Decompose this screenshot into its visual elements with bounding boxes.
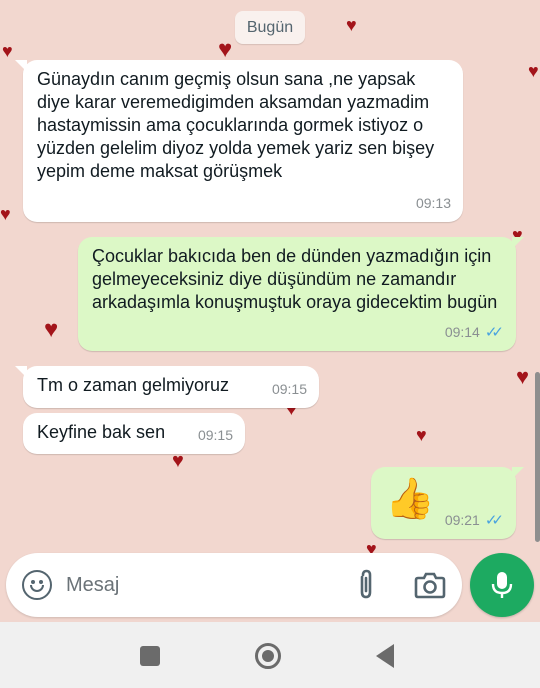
- message-composer: [6, 553, 462, 617]
- heart-decoration: ♥: [2, 41, 13, 61]
- message-meta: 09:15: [198, 424, 233, 447]
- outgoing-message[interactable]: 👍 09:21 ✓✓: [371, 467, 524, 539]
- message-meta: 09:13: [416, 192, 451, 215]
- message-text: Tm o zaman gelmiyoruz: [37, 375, 230, 395]
- message-meta: 09:15: [272, 378, 307, 401]
- microphone-button[interactable]: [470, 553, 534, 617]
- incoming-message[interactable]: Tm o zaman gelmiyoruz 09:15: [15, 366, 319, 408]
- camera-icon[interactable]: [414, 570, 446, 600]
- double-check-icon: ✓✓: [484, 512, 504, 529]
- back-button[interactable]: [376, 644, 394, 668]
- heart-decoration: ♥: [516, 364, 530, 389]
- incoming-message[interactable]: Keyfine bak sen 09:15: [23, 413, 245, 454]
- message-meta: 09:21 ✓✓: [445, 509, 504, 532]
- recent-apps-button[interactable]: [140, 646, 160, 666]
- emoji-icon[interactable]: [22, 570, 52, 600]
- heart-decoration: ♥: [416, 425, 427, 445]
- heart-decoration: ♥: [346, 15, 357, 35]
- message-time: 09:21: [444, 512, 480, 528]
- double-check-icon: ✓✓: [484, 324, 504, 341]
- message-text: Çocuklar bakıcıda ben de dünden yazmadığ…: [92, 246, 498, 312]
- heart-decoration: ♥: [44, 316, 59, 343]
- message-input[interactable]: [66, 567, 336, 603]
- heart-decoration: ♥: [218, 36, 233, 63]
- heart-decoration: ♥: [528, 61, 539, 81]
- message-time: 09:15: [271, 381, 307, 397]
- message-meta: 09:14 ✓✓: [445, 321, 504, 344]
- heart-decoration: ♥: [0, 204, 11, 224]
- incoming-message[interactable]: Günaydın canım geçmiş olsun sana ,ne yap…: [15, 60, 463, 222]
- outgoing-message[interactable]: Çocuklar bakıcıda ben de dünden yazmadığ…: [78, 237, 524, 351]
- home-button[interactable]: [255, 643, 281, 669]
- system-navigation-bar: [0, 622, 540, 688]
- microphone-icon: [491, 572, 513, 598]
- message-time: 09:14: [444, 324, 480, 340]
- message-text: Günaydın canım geçmiş olsun sana ,ne yap…: [37, 69, 435, 181]
- chat-area[interactable]: ♥ ♥ ♥ ♥ ♥ ♥ ♥ ♥ ♥ ♥ ♥ ♥ Bugün Günaydın c…: [0, 0, 540, 620]
- scrollbar[interactable]: [535, 372, 540, 542]
- date-chip: Bugün: [235, 11, 305, 44]
- message-time: 09:15: [197, 427, 233, 443]
- heart-decoration: ♥: [172, 450, 184, 472]
- paperclip-icon[interactable]: [353, 568, 379, 602]
- message-time: 09:13: [415, 195, 451, 211]
